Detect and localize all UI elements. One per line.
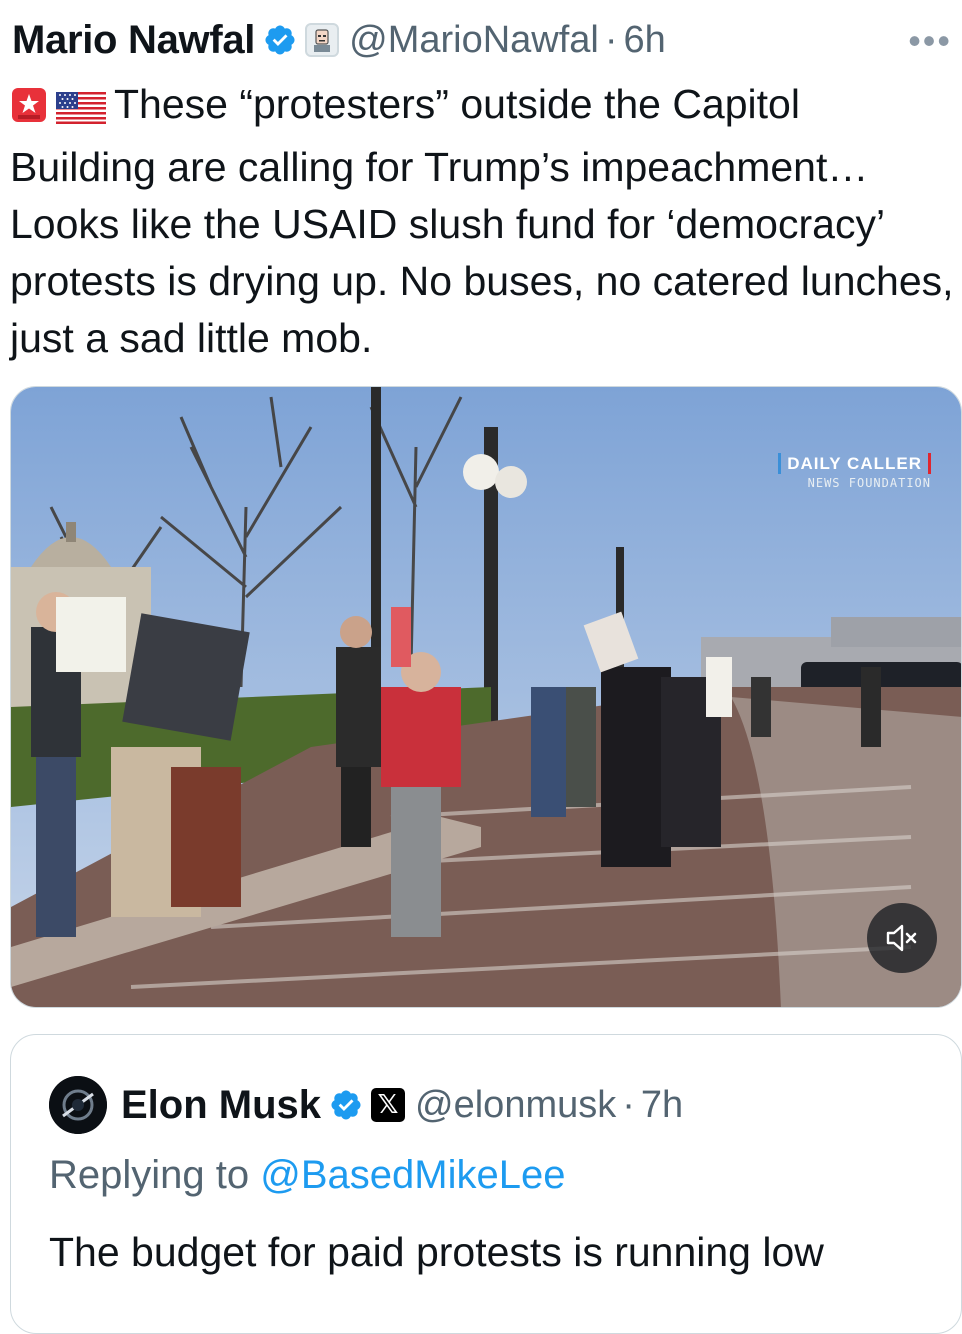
author-handle[interactable]: @MarioNawfal	[349, 19, 599, 62]
separator-dot: ·	[622, 1083, 635, 1126]
video-player[interactable]: DAILY CALLER NEWS FOUNDATION	[10, 386, 962, 1008]
verified-badge-icon	[331, 1090, 361, 1120]
tweet-header: Mario Nawfal @MarioNawfal · 6h •••	[12, 14, 952, 66]
mute-button[interactable]	[867, 903, 937, 973]
rotating-light-icon	[10, 82, 48, 139]
quoted-author-handle[interactable]: @elonmusk	[415, 1084, 616, 1127]
watermark-line2: NEWS FOUNDATION	[807, 476, 931, 490]
author-name[interactable]: Mario Nawfal	[12, 18, 255, 63]
video-watermark: DAILY CALLER NEWS FOUNDATION	[778, 453, 931, 489]
replying-to-mention[interactable]: @BasedMikeLee	[260, 1153, 565, 1197]
quoted-tweet-text: The budget for paid protests is running …	[49, 1229, 824, 1275]
watermark-line1: DAILY CALLER	[778, 453, 931, 474]
speaker-muted-icon	[886, 924, 917, 952]
x-affiliation-icon: 𝕏	[371, 1088, 406, 1122]
separator-dot: ·	[604, 18, 618, 61]
quoted-tweet-time[interactable]: 7h	[641, 1084, 683, 1127]
tweet-text: These “protesters” outside the Capitol B…	[10, 81, 954, 361]
more-options-icon[interactable]: •••	[908, 20, 952, 62]
quoted-author-name[interactable]: Elon Musk	[121, 1083, 321, 1128]
quoted-tweet-header: Elon Musk 𝕏 @elonmusk · 7h	[49, 1076, 683, 1134]
affiliate-avatar-icon	[305, 23, 340, 57]
quoted-tweet[interactable]: Elon Musk 𝕏 @elonmusk · 7h Replying to @…	[10, 1034, 962, 1334]
us-flag-icon	[56, 82, 106, 139]
tweet-time[interactable]: 6h	[624, 19, 666, 62]
verified-badge-icon	[265, 25, 295, 55]
avatar[interactable]	[49, 1076, 107, 1134]
replying-to-label: Replying to	[49, 1153, 250, 1197]
tweet-body: These “protesters” outside the Capitol B…	[10, 76, 955, 367]
replying-to-line: Replying to @BasedMikeLee	[49, 1153, 565, 1198]
